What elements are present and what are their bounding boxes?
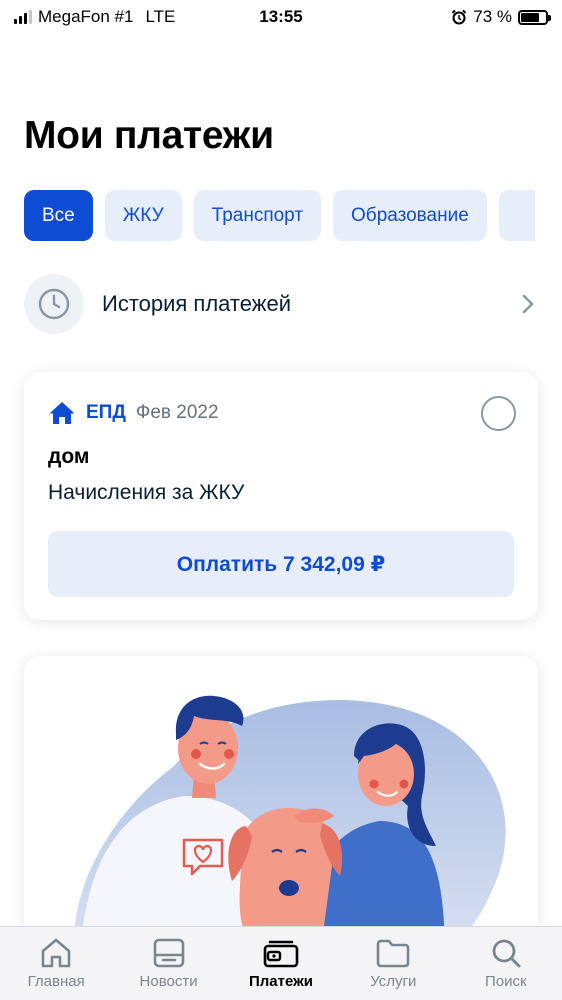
status-bar: MegaFon #1 LTE 13:55 73 % — [0, 0, 562, 34]
tab-payments[interactable]: Платежи — [225, 927, 337, 1000]
payment-description: Начисления за ЖКУ — [48, 481, 245, 504]
select-payment-radio[interactable] — [481, 396, 516, 431]
chevron-right-icon — [518, 294, 538, 314]
tab-search-label: Поиск — [484, 973, 527, 990]
filter-chip-housing[interactable]: ЖКУ — [104, 190, 182, 241]
search-icon — [492, 939, 521, 968]
page-title: Мои платежи — [24, 114, 274, 157]
status-right: 73 % — [451, 7, 551, 27]
status-time: 13:55 — [259, 7, 303, 26]
bottom-tab-bar: Главная Новости Платежи Услуги Поиск — [0, 926, 562, 1000]
house-icon — [49, 402, 75, 424]
battery-percent: 73 % — [473, 7, 512, 26]
status-left: MegaFon #1 LTE — [14, 7, 175, 27]
news-icon — [153, 938, 184, 968]
tab-news-label: Новости — [139, 973, 198, 990]
filter-chip-all[interactable]: Все — [24, 190, 93, 241]
network-type: LTE — [145, 7, 176, 26]
signal-icon — [14, 10, 32, 24]
payment-history-label: История платежей — [102, 291, 291, 316]
folder-icon — [377, 939, 410, 968]
tab-home-label: Главная — [27, 973, 85, 990]
filter-chips: Все ЖКУ Транспорт Образование — [24, 190, 535, 241]
filter-chip-transport[interactable]: Транспорт — [193, 190, 322, 241]
tab-services[interactable]: Услуги — [337, 927, 449, 1000]
payment-card[interactable]: ЕПД Фев 2022 дом Начисления за ЖКУ Оплат… — [24, 372, 538, 620]
tab-services-label: Услуги — [370, 973, 417, 990]
payment-type-tag: ЕПД — [86, 402, 126, 423]
tab-news[interactable]: Новости — [113, 927, 225, 1000]
payment-history-row[interactable]: История платежей — [24, 274, 538, 334]
tab-home[interactable]: Главная — [0, 927, 112, 1000]
clock-icon — [24, 274, 84, 334]
battery-fill — [521, 12, 539, 22]
alarm-icon — [452, 9, 467, 25]
carrier-name: MegaFon #1 — [38, 7, 134, 26]
pay-button[interactable]: Оплатить 7 342,09 ₽ — [48, 531, 514, 597]
filter-chip-education[interactable]: Образование — [333, 190, 487, 241]
payment-card-header: ЕПД Фев 2022 — [48, 400, 219, 426]
wallet-icon — [263, 940, 299, 968]
payment-title: дом — [48, 445, 90, 468]
filter-chip-overflow[interactable] — [498, 190, 535, 241]
home-icon — [41, 938, 71, 968]
tab-search[interactable]: Поиск — [450, 927, 562, 1000]
payment-period: Фев 2022 — [135, 402, 219, 423]
tab-payments-label: Платежи — [248, 973, 313, 990]
battery-icon — [518, 9, 551, 25]
